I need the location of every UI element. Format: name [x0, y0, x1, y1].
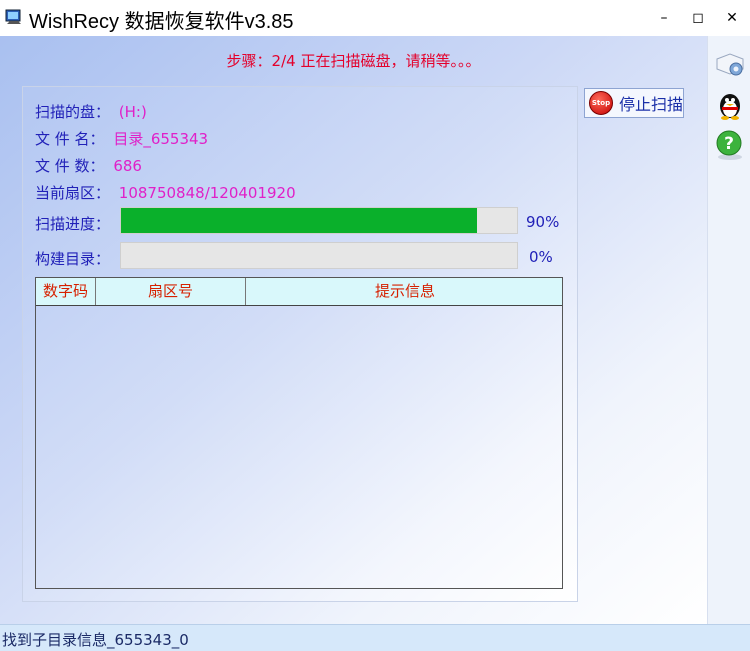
sector-row: 当前扇区： 108750848/120401920 — [35, 182, 296, 203]
right-sidebar: ? — [707, 36, 750, 624]
minimize-button[interactable]: – — [652, 6, 676, 30]
file-count-label: 文 件 数： — [35, 157, 105, 175]
settings-button[interactable] — [713, 48, 747, 82]
window-title: WishRecy 数据恢复软件v3.85 — [29, 11, 294, 33]
sector-value: 108750848/120401920 — [118, 184, 296, 202]
disk-row: 扫描的盘： (H:) — [35, 101, 147, 122]
scan-progress-label: 扫描进度： — [35, 215, 111, 233]
close-button[interactable]: ✕ — [720, 6, 744, 30]
stop-scan-button[interactable]: Stop 停止扫描 — [584, 88, 684, 118]
filename-row: 文 件 名： 目录_655343 — [35, 128, 208, 149]
qq-contact-button[interactable] — [713, 88, 747, 122]
scan-panel: 扫描的盘： (H:) 文 件 名： 目录_655343 文 件 数： 686 当… — [22, 86, 578, 602]
sector-label: 当前扇区： — [35, 184, 111, 202]
file-count-row: 文 件 数： 686 — [35, 155, 142, 176]
disk-label: 扫描的盘： — [35, 103, 111, 121]
help-button[interactable]: ? — [713, 128, 747, 162]
build-dir-progress-bar — [120, 242, 518, 269]
title-bar: WishRecy 数据恢复软件v3.85 – ◻ ✕ — [0, 0, 750, 36]
main-area: 步骤：2/4 正在扫描磁盘，请稍等。。。 扫描的盘： (H:) 文 件 名： 目… — [0, 36, 707, 624]
scan-progress-percent: 90% — [526, 213, 560, 231]
qq-penguin-icon — [720, 94, 740, 120]
status-text: 找到子目录信息_655343_0 — [2, 631, 189, 649]
settings-gear-icon — [716, 53, 744, 76]
build-dir-percent: 0% — [529, 248, 553, 266]
scan-progress-bar — [120, 207, 518, 234]
result-table[interactable]: 数字码 扇区号 提示信息 — [35, 277, 563, 589]
stop-sign-icon: Stop — [589, 91, 613, 115]
svg-text:?: ? — [724, 134, 734, 154]
status-bar: 找到子目录信息_655343_0 — [0, 624, 750, 651]
stop-scan-label: 停止扫描 — [619, 95, 684, 114]
disk-value: (H:) — [118, 103, 147, 121]
column-header-sector[interactable]: 扇区号 — [96, 278, 246, 305]
maximize-button[interactable]: ◻ — [686, 6, 710, 30]
scan-progress-fill — [121, 208, 478, 233]
filename-value: 目录_655343 — [113, 130, 209, 148]
app-logo-icon — [5, 9, 21, 24]
file-count-value: 686 — [113, 157, 142, 175]
help-question-icon: ? — [716, 130, 742, 160]
column-header-code[interactable]: 数字码 — [36, 278, 96, 305]
column-header-info[interactable]: 提示信息 — [246, 278, 564, 305]
step-status-text: 步骤：2/4 正在扫描磁盘，请稍等。。。 — [226, 52, 481, 70]
filename-label: 文 件 名： — [35, 130, 105, 148]
build-dir-label: 构建目录： — [35, 250, 111, 268]
table-header: 数字码 扇区号 提示信息 — [36, 278, 562, 306]
